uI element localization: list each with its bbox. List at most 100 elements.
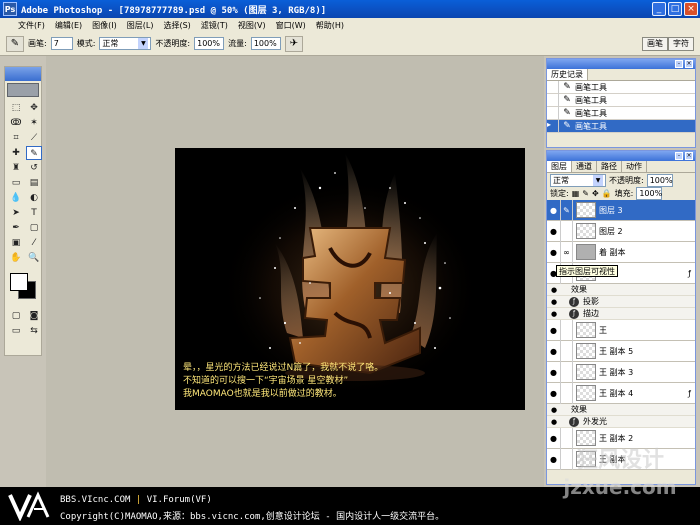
foreground-color-swatch[interactable] bbox=[10, 273, 28, 291]
jump-to-imageready-icon[interactable]: ⇆ bbox=[26, 324, 42, 338]
footer-site-link[interactable]: BBS.VIcnc.COM bbox=[60, 495, 130, 505]
eye-icon[interactable]: ● bbox=[547, 406, 561, 414]
type-tool-icon[interactable]: T bbox=[26, 206, 42, 220]
fill-input[interactable]: 100% bbox=[636, 187, 663, 200]
document-canvas[interactable]: 晕，，星光的方法已经说过N篇了，我就不说了咯。 不知道的可以搜一下“宇宙场景 星… bbox=[175, 148, 525, 410]
eye-icon[interactable]: ● bbox=[547, 298, 561, 306]
airbrush-icon[interactable]: ✈ bbox=[284, 35, 303, 52]
minimize-icon[interactable]: - bbox=[675, 60, 683, 68]
blur-tool-icon[interactable]: 💧 bbox=[8, 191, 24, 205]
toolbox-header[interactable] bbox=[5, 67, 41, 81]
layer-row-wang-copy2[interactable]: ● 王 副本 2 bbox=[547, 427, 695, 449]
brushes-palette-tab[interactable]: 画笔 bbox=[642, 37, 668, 51]
brush-size-picker[interactable]: 7 bbox=[50, 37, 73, 50]
healing-brush-tool-icon[interactable]: ✚ bbox=[8, 146, 24, 160]
eye-icon[interactable]: ● bbox=[547, 418, 561, 426]
quick-mask-mode-icon[interactable]: ◙ bbox=[26, 309, 42, 323]
eye-icon[interactable]: ● bbox=[547, 286, 561, 294]
blend-mode-select[interactable]: 正常 ▼ bbox=[550, 173, 606, 187]
layer-row-layer2[interactable]: ● 图层 2 bbox=[547, 220, 695, 242]
eyedropper-tool-icon[interactable]: ⁄ bbox=[26, 236, 42, 250]
effect-outer-glow[interactable]: ● ƒ 外发光 bbox=[547, 416, 695, 428]
eye-icon[interactable]: ● bbox=[547, 241, 561, 263]
close-icon[interactable]: × bbox=[685, 152, 693, 160]
zoom-tool-icon[interactable]: 🔍 bbox=[26, 251, 42, 265]
gradient-tool-icon[interactable]: ▤ bbox=[26, 176, 42, 190]
effect-drop-shadow[interactable]: ● ƒ 投影 bbox=[547, 296, 695, 308]
layer-row-wang[interactable]: ● 王 bbox=[547, 319, 695, 341]
standard-mode-icon[interactable]: ▢ bbox=[8, 309, 24, 323]
tab-channels[interactable]: 通道 bbox=[572, 161, 597, 172]
menu-edit[interactable]: 编辑(E) bbox=[55, 20, 82, 31]
magic-wand-tool-icon[interactable]: ✶ bbox=[26, 116, 42, 130]
layer-row-zhe-copy[interactable]: ● ∞ 着 副本 bbox=[547, 241, 695, 263]
menu-select[interactable]: 选择(S) bbox=[163, 20, 190, 31]
layer-row-layer3[interactable]: ● ✎ 图层 3 bbox=[547, 199, 695, 221]
history-item[interactable]: ✎ 画笔工具 bbox=[547, 106, 695, 120]
screen-mode-icon[interactable]: ▭ bbox=[8, 324, 24, 338]
eye-icon[interactable]: ● bbox=[547, 382, 561, 404]
history-item[interactable]: ✎ 画笔工具 bbox=[547, 93, 695, 107]
crop-tool-icon[interactable]: ⌗ bbox=[8, 131, 24, 145]
lock-all-icon[interactable]: 🔒 bbox=[602, 189, 612, 198]
menu-layer[interactable]: 图层(L) bbox=[127, 20, 154, 31]
layer-opacity-input[interactable]: 100% bbox=[646, 173, 673, 187]
lock-transparency-icon[interactable]: ▦ bbox=[572, 189, 580, 198]
effects-header[interactable]: ● 效果 bbox=[547, 404, 695, 416]
opacity-input[interactable]: 100% bbox=[194, 37, 225, 50]
slice-tool-icon[interactable]: ⟋ bbox=[26, 131, 42, 145]
layer-row-wang-copy5[interactable]: ● 王 副本 5 bbox=[547, 340, 695, 362]
brush-tool-icon[interactable]: ✎ bbox=[26, 146, 42, 160]
adobe-online-icon[interactable] bbox=[7, 83, 39, 97]
effects-header[interactable]: ● 效果 bbox=[547, 284, 695, 296]
path-selection-tool-icon[interactable]: ➤ bbox=[8, 206, 24, 220]
character-palette-tab[interactable]: 字符 bbox=[668, 37, 694, 51]
fx-icon[interactable]: ƒ bbox=[688, 389, 691, 398]
brush-tool-preset-icon[interactable]: ✎ bbox=[6, 35, 24, 52]
pen-tool-icon[interactable]: ✒ bbox=[8, 221, 24, 235]
move-tool-icon[interactable]: ✥ bbox=[26, 101, 42, 115]
eye-icon[interactable]: ● bbox=[547, 427, 561, 449]
menu-filter[interactable]: 滤镜(T) bbox=[201, 20, 228, 31]
history-brush-tool-icon[interactable]: ↺ bbox=[26, 161, 42, 175]
layer-row-wang-copy3[interactable]: ● 王 副本 3 bbox=[547, 361, 695, 383]
menu-window[interactable]: 窗口(W) bbox=[276, 20, 306, 31]
layer-row-wang-copy4[interactable]: ● 王 副本 4 ƒ bbox=[547, 382, 695, 404]
fx-icon[interactable]: ƒ bbox=[688, 269, 691, 278]
eye-icon[interactable]: ● bbox=[547, 340, 561, 362]
history-panel-header[interactable]: - × bbox=[547, 59, 695, 69]
marquee-tool-icon[interactable]: ⬚ bbox=[8, 101, 24, 115]
menu-view[interactable]: 视图(V) bbox=[238, 20, 266, 31]
minimize-icon[interactable]: - bbox=[675, 152, 683, 160]
eye-icon[interactable]: ● bbox=[547, 361, 561, 383]
eye-icon[interactable]: ● bbox=[547, 199, 561, 221]
eye-icon[interactable]: ● bbox=[547, 310, 561, 318]
tab-layers[interactable]: 图层 bbox=[547, 161, 572, 172]
layers-panel-header[interactable]: - × bbox=[547, 151, 695, 161]
restore-button[interactable]: □ bbox=[668, 2, 682, 16]
hand-tool-icon[interactable]: ✋ bbox=[8, 251, 24, 265]
clone-stamp-tool-icon[interactable]: ♜ bbox=[8, 161, 24, 175]
close-icon[interactable]: × bbox=[685, 60, 693, 68]
eye-icon[interactable]: ● bbox=[547, 220, 561, 242]
minimize-button[interactable]: _ bbox=[652, 2, 666, 16]
eye-icon[interactable]: ● bbox=[547, 319, 561, 341]
history-item[interactable]: ✎ 画笔工具 bbox=[547, 80, 695, 94]
eraser-tool-icon[interactable]: ▭ bbox=[8, 176, 24, 190]
shape-tool-icon[interactable]: ▢ bbox=[26, 221, 42, 235]
lock-pixels-icon[interactable]: ✎ bbox=[582, 189, 589, 198]
menu-image[interactable]: 图像(I) bbox=[92, 20, 117, 31]
tab-actions[interactable]: 动作 bbox=[622, 161, 647, 172]
close-button[interactable]: × bbox=[684, 2, 698, 16]
flow-input[interactable]: 100% bbox=[250, 37, 281, 50]
menu-file[interactable]: 文件(F) bbox=[18, 20, 45, 31]
lock-position-icon[interactable]: ✥ bbox=[592, 189, 599, 198]
lasso-tool-icon[interactable]: ↂ bbox=[8, 116, 24, 130]
effect-stroke[interactable]: ● ƒ 描边 bbox=[547, 308, 695, 320]
tab-history[interactable]: 历史记录 bbox=[547, 69, 588, 80]
history-item-current[interactable]: ▸ ✎ 画笔工具 bbox=[547, 119, 695, 133]
mode-select[interactable]: 正常 ▼ bbox=[99, 37, 152, 50]
dodge-tool-icon[interactable]: ◐ bbox=[26, 191, 42, 205]
tab-paths[interactable]: 路径 bbox=[597, 161, 622, 172]
notes-tool-icon[interactable]: ▣ bbox=[8, 236, 24, 250]
